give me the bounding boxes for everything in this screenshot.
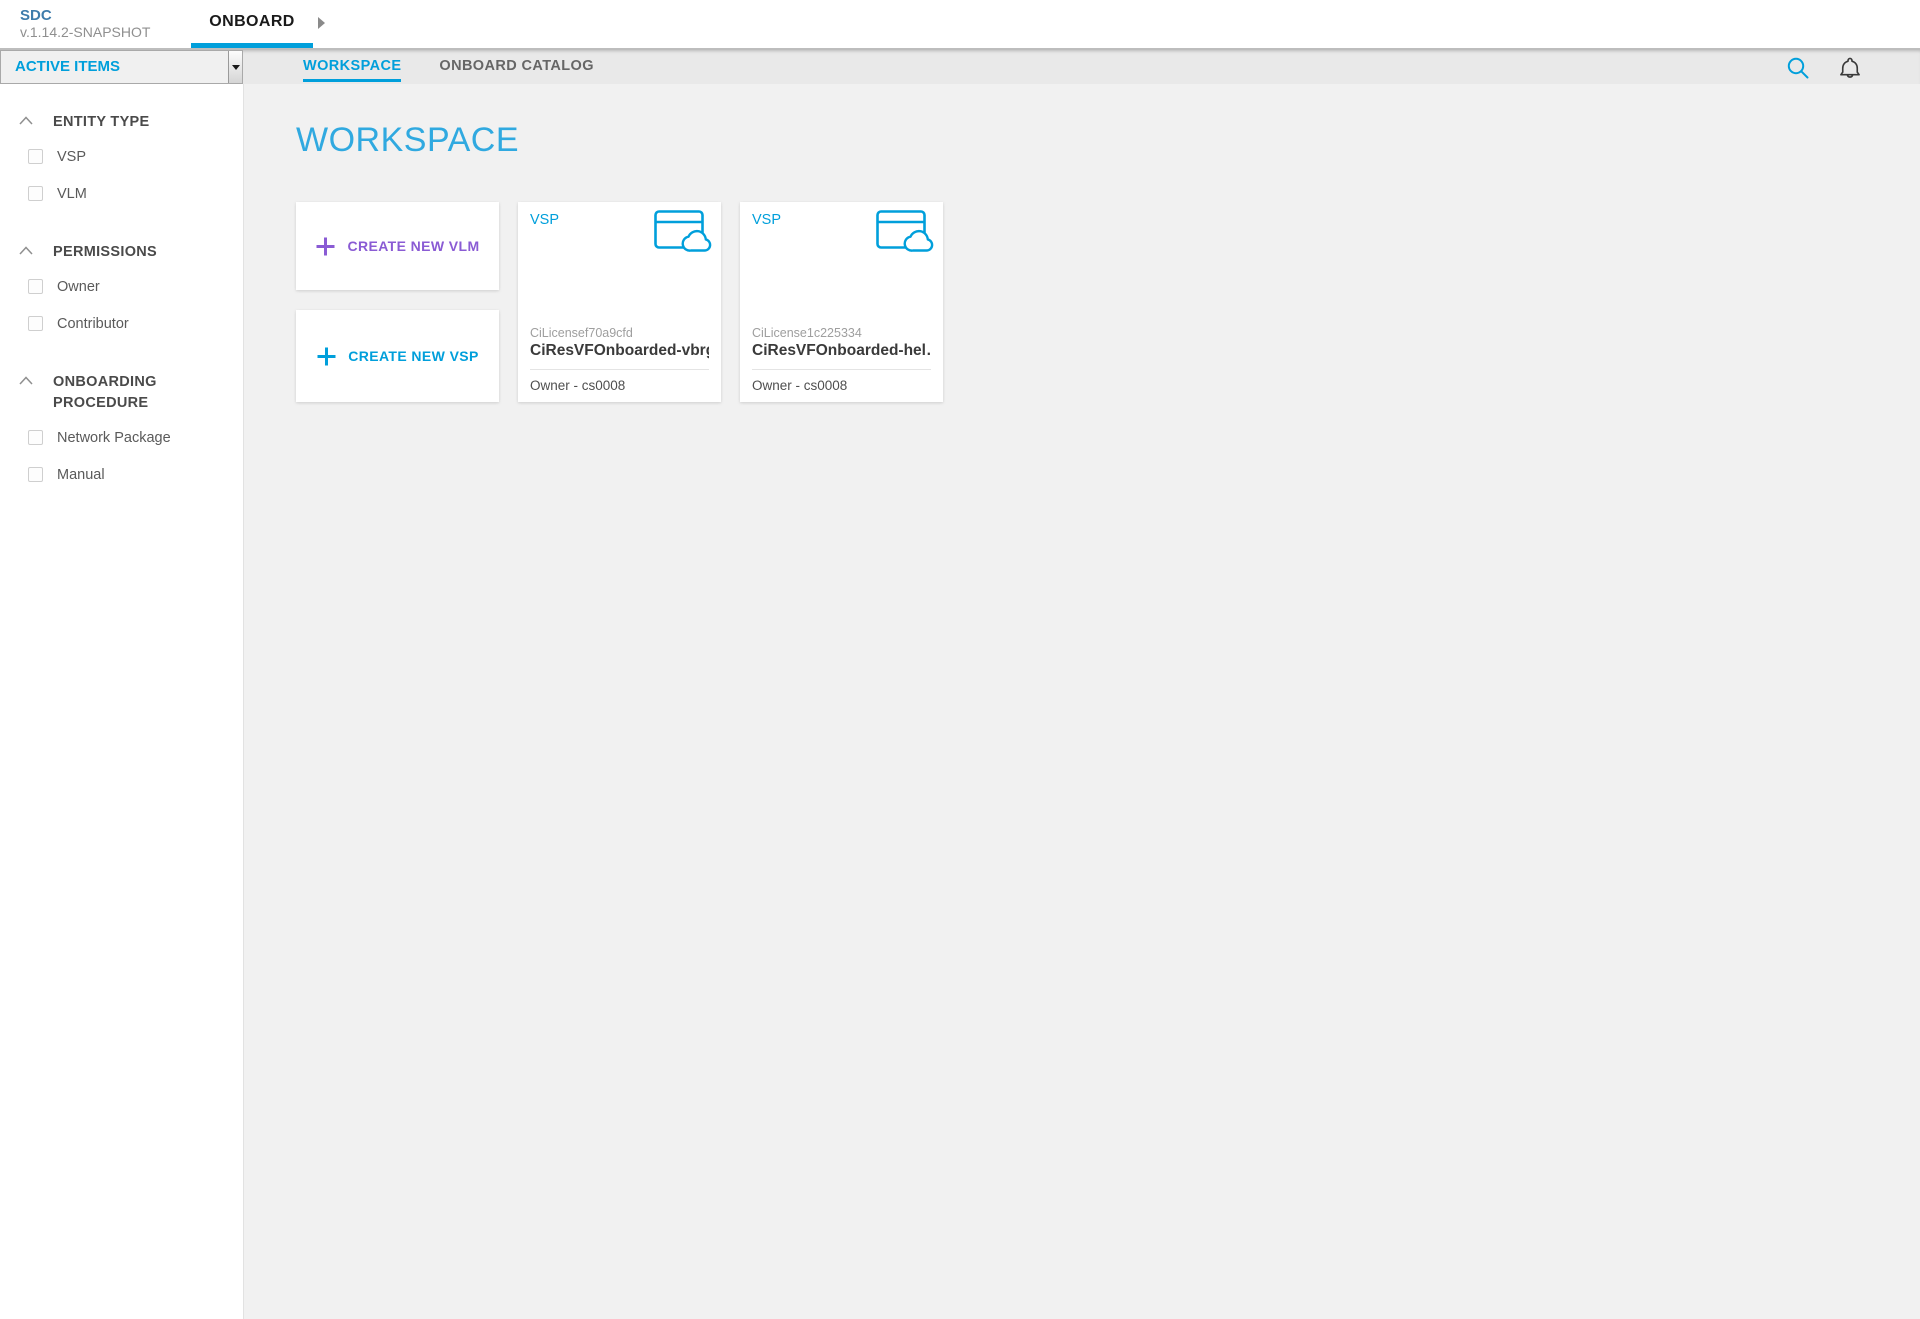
section-header-entity-type[interactable]: ENTITY TYPE: [0, 112, 243, 133]
filter-option-network-package[interactable]: Network Package: [0, 419, 243, 456]
catalog-toolbar: ACTIVE ITEMS WORKSPACE ONBOARD CATALOG: [0, 48, 1920, 84]
tab-active-underline: [191, 43, 313, 48]
filter-option-label: VLM: [57, 186, 87, 202]
entity-type-badge: VSP: [530, 212, 559, 228]
filter-option-label: Network Package: [57, 430, 171, 446]
network-package-checkbox[interactable]: [28, 430, 43, 445]
card-divider: [530, 369, 709, 370]
filter-section-onboarding-procedure: ONBOARDING PROCEDURE Network Package Man…: [0, 372, 243, 493]
plus-icon: [316, 346, 337, 367]
filter-option-manual[interactable]: Manual: [0, 456, 243, 493]
section-title: ONBOARDING PROCEDURE: [53, 372, 203, 414]
filter-option-contributor[interactable]: Contributor: [0, 305, 243, 342]
items-filter-value: ACTIVE ITEMS: [15, 51, 120, 83]
create-new-vlm-button[interactable]: CREATE NEW VLM: [296, 202, 499, 290]
toolbar-icons: [1784, 50, 1864, 86]
filter-option-vsp[interactable]: VSP: [0, 138, 243, 175]
logo-title: SDC: [20, 7, 150, 24]
chevron-up-icon: [19, 246, 33, 255]
tab-onboard-catalog[interactable]: ONBOARD CATALOG: [439, 50, 593, 84]
tab-onboard-label: ONBOARD: [209, 13, 294, 31]
search-icon[interactable]: [1784, 54, 1812, 82]
section-header-permissions[interactable]: PERMISSIONS: [0, 242, 243, 263]
create-buttons-column: CREATE NEW VLM CREATE NEW VSP: [296, 202, 499, 402]
filter-option-label: Owner: [57, 279, 100, 295]
card-name: CiResVFOnboarded-hel…: [752, 342, 931, 360]
vsp-software-product-icon: [876, 210, 934, 257]
vsp-card-vbrg[interactable]: VSP CiLicensef70a9cfd CiResVFOnboarded-v…: [518, 202, 721, 402]
create-new-vlm-label: CREATE NEW VLM: [347, 238, 479, 254]
section-title: PERMISSIONS: [53, 242, 157, 263]
select-dropdown-arrow-icon: [228, 51, 242, 83]
create-new-vsp-button[interactable]: CREATE NEW VSP: [296, 310, 499, 402]
card-name: CiResVFOnboarded-vbrg…: [530, 342, 709, 360]
card-owner: Owner - cs0008: [530, 378, 709, 393]
section-header-onboarding-procedure[interactable]: ONBOARDING PROCEDURE: [0, 372, 243, 414]
page-title: WORKSPACE: [296, 121, 1920, 160]
entity-type-badge: VSP: [752, 212, 781, 228]
sdc-logo[interactable]: SDC v.1.14.2-SNAPSHOT: [20, 7, 150, 40]
vlm-checkbox[interactable]: [28, 186, 43, 201]
filter-sidebar: ENTITY TYPE VSP VLM PERMISSIONS Owner: [0, 84, 244, 1319]
filter-option-owner[interactable]: Owner: [0, 268, 243, 305]
catalog-tabs: WORKSPACE ONBOARD CATALOG: [244, 50, 594, 84]
vsp-card-hel[interactable]: VSP CiLicense1c225334 CiResVFOnboarded-h…: [740, 202, 943, 402]
card-divider: [752, 369, 931, 370]
sdc-onboarding-app: SDC v.1.14.2-SNAPSHOT ONBOARD ACTIVE ITE…: [0, 0, 1920, 1319]
plus-icon: [315, 236, 336, 257]
chevron-up-icon: [19, 116, 33, 125]
card-info: CiLicense1c225334 CiResVFOnboarded-hel… …: [752, 326, 931, 393]
bell-icon[interactable]: [1836, 54, 1864, 82]
card-owner: Owner - cs0008: [752, 378, 931, 393]
owner-checkbox[interactable]: [28, 279, 43, 294]
filter-option-label: Manual: [57, 467, 105, 483]
logo-version: v.1.14.2-SNAPSHOT: [20, 24, 150, 40]
chevron-up-icon: [19, 376, 33, 385]
card-vendor-license: CiLicensef70a9cfd: [530, 326, 709, 340]
tab-onboard[interactable]: ONBOARD: [191, 0, 313, 48]
vsp-software-product-icon: [654, 210, 712, 257]
contributor-checkbox[interactable]: [28, 316, 43, 331]
filter-section-permissions: PERMISSIONS Owner Contributor: [0, 242, 243, 342]
filter-section-entity-type: ENTITY TYPE VSP VLM: [0, 112, 243, 212]
section-title: ENTITY TYPE: [53, 112, 150, 133]
tab-workspace[interactable]: WORKSPACE: [303, 50, 401, 84]
manual-checkbox[interactable]: [28, 467, 43, 482]
workspace-content: WORKSPACE CREATE NEW VLM CREATE NEW VSP: [244, 84, 1920, 1319]
vsp-checkbox[interactable]: [28, 149, 43, 164]
create-new-vsp-label: CREATE NEW VSP: [348, 348, 479, 364]
caret-right-icon[interactable]: [318, 17, 325, 29]
filter-option-vlm[interactable]: VLM: [0, 175, 243, 212]
workspace-cards: CREATE NEW VLM CREATE NEW VSP VSP: [296, 202, 1920, 402]
card-vendor-license: CiLicense1c225334: [752, 326, 931, 340]
filter-option-label: Contributor: [57, 316, 129, 332]
card-info: CiLicensef70a9cfd CiResVFOnboarded-vbrg……: [530, 326, 709, 393]
items-filter-select[interactable]: ACTIVE ITEMS: [0, 50, 243, 84]
filter-option-label: VSP: [57, 149, 86, 165]
top-header: SDC v.1.14.2-SNAPSHOT ONBOARD: [0, 0, 1920, 48]
